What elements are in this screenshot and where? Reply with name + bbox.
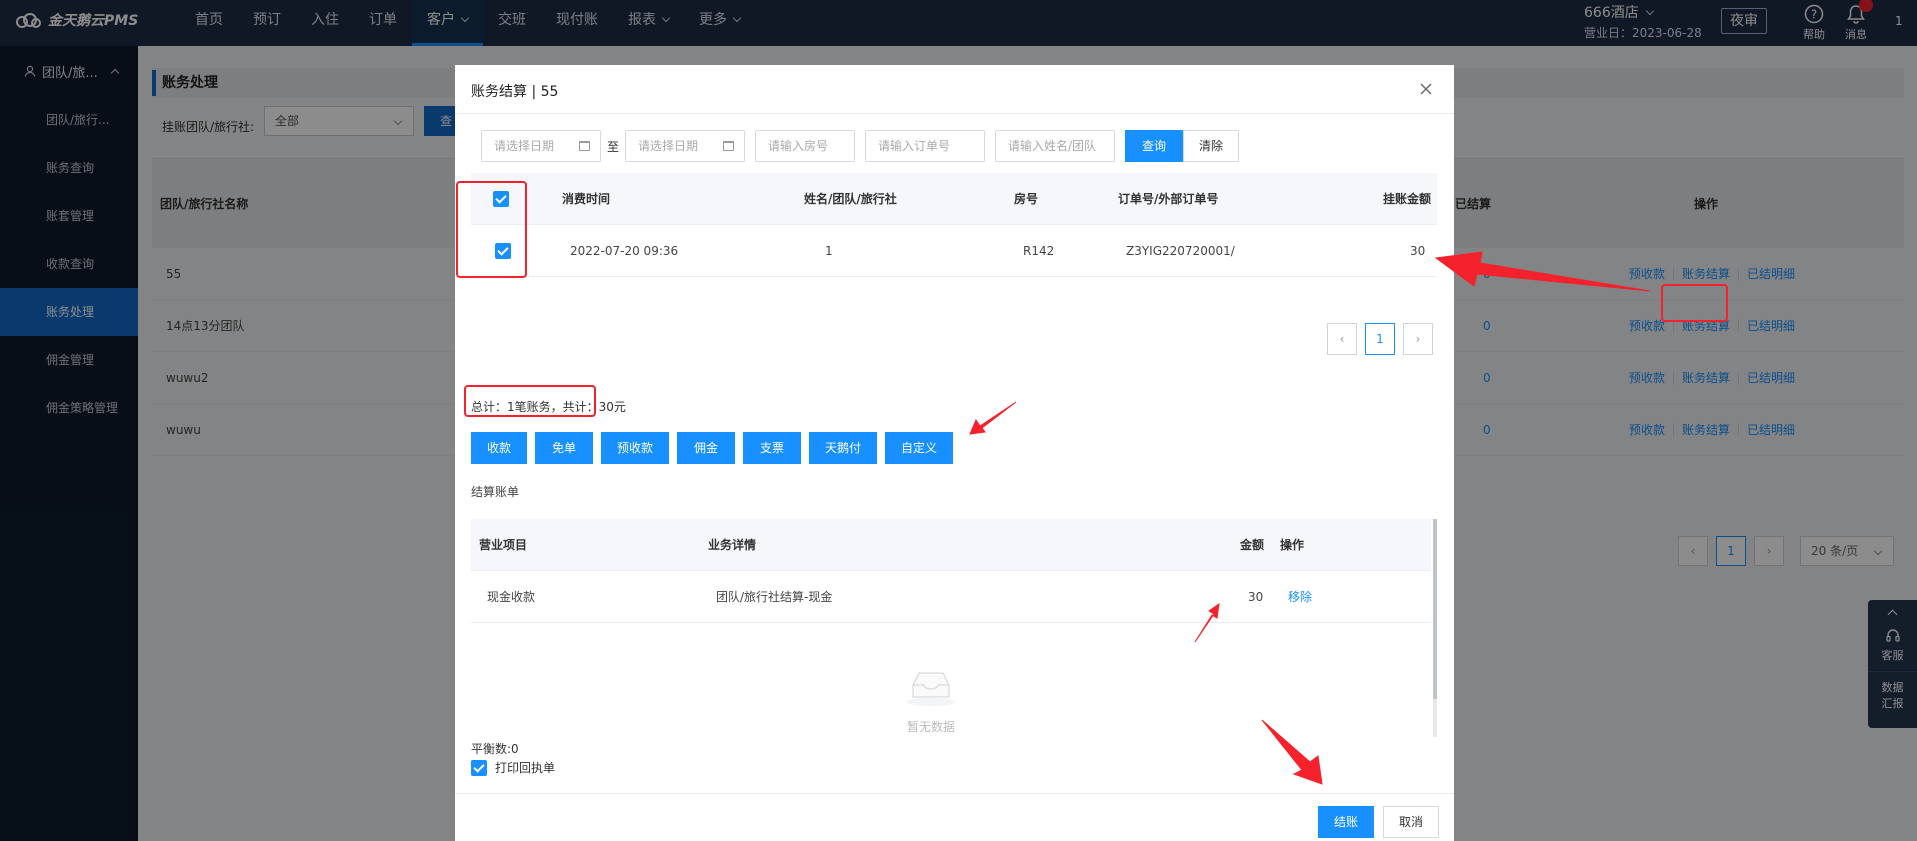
- waive-button[interactable]: 免单: [535, 432, 593, 464]
- charge-amount: 30: [1410, 244, 1426, 258]
- room-number: R142: [1023, 244, 1055, 258]
- balance-value: 平衡数:0: [471, 742, 519, 756]
- bill-detail: 团队/旅行社结算-现金: [716, 590, 833, 604]
- calendar-icon: [723, 141, 734, 151]
- modal-pagination: ‹ 1 ›: [1327, 323, 1433, 355]
- start-date-picker[interactable]: 请选择日期: [481, 130, 601, 162]
- print-receipt-option[interactable]: 打印回执单: [471, 759, 555, 776]
- table-row: 现金收款 团队/旅行社结算-现金 30 移除: [471, 571, 1431, 623]
- collect-payment-button[interactable]: 收款: [471, 432, 527, 464]
- bill-scrollbar[interactable]: [1433, 519, 1437, 737]
- col-order-header: 订单号/外部订单号: [1118, 192, 1219, 206]
- clear-button[interactable]: 清除: [1183, 130, 1239, 162]
- end-date-placeholder: 请选择日期: [638, 139, 699, 153]
- col-op-header: 操作: [1280, 538, 1305, 552]
- bill-item: 现金收款: [487, 590, 536, 604]
- annotation-highlight-box: [456, 181, 527, 278]
- start-date-placeholder: 请选择日期: [494, 139, 555, 153]
- swan-pay-button[interactable]: 天鹅付: [809, 432, 877, 464]
- settlement-bill-table: 营业项目 业务详情 金额 操作 现金收款 团队/旅行社结算-现金 30 移除: [471, 519, 1431, 623]
- cancel-button[interactable]: 取消: [1383, 806, 1439, 838]
- end-date-picker[interactable]: 请选择日期: [625, 130, 745, 162]
- col-item-header: 营业项目: [479, 538, 528, 552]
- empty-inbox-icon: [907, 672, 955, 706]
- table-header: 消费时间 姓名/团队/旅行社 房号 订单号/外部订单号 挂账金额: [471, 173, 1437, 225]
- modal-footer: [455, 793, 1454, 841]
- modal-header: 账务结算 | 55: [455, 65, 1454, 114]
- empty-text: 暂无数据: [906, 720, 955, 734]
- col-amount-header: 挂账金额: [1383, 192, 1432, 206]
- commission-button[interactable]: 佣金: [677, 432, 735, 464]
- table-header: 营业项目 业务详情 金额 操作: [471, 519, 1431, 571]
- col-amount-header: 金额: [1240, 538, 1265, 552]
- col-detail-header: 业务详情: [708, 538, 757, 552]
- prepayment-button[interactable]: 预收款: [601, 432, 669, 464]
- next-page-button[interactable]: ›: [1403, 323, 1433, 355]
- annotation-highlight-box: [1661, 284, 1728, 322]
- modal-title: 账务结算 | 55: [471, 84, 559, 100]
- scrollbar-thumb[interactable]: [1433, 519, 1437, 699]
- table-row[interactable]: 2022-07-20 09:36 1 R142 Z3YIG220720001/ …: [471, 225, 1437, 277]
- close-icon[interactable]: [1418, 81, 1434, 97]
- col-room-header: 房号: [1014, 192, 1039, 206]
- pending-accounts-table: 消费时间 姓名/团队/旅行社 房号 订单号/外部订单号 挂账金额 2022-07…: [471, 173, 1437, 277]
- guest-name: 1: [825, 244, 833, 258]
- modal-search-bar: 请选择日期 至 请选择日期 请输入房号 请输入订单号 请输入姓名/团队 查询 清…: [481, 130, 1239, 162]
- settle-button[interactable]: 结账: [1318, 806, 1374, 838]
- print-receipt-checkbox[interactable]: [471, 759, 487, 776]
- order-number-input[interactable]: 请输入订单号: [865, 130, 985, 162]
- calendar-icon: [579, 141, 590, 151]
- col-time-header: 消费时间: [562, 192, 611, 206]
- remove-link[interactable]: 移除: [1288, 571, 1312, 623]
- col-name-header: 姓名/团队/旅行社: [804, 192, 897, 206]
- consume-time: 2022-07-20 09:36: [570, 244, 679, 258]
- bill-amount: 30: [1248, 590, 1264, 604]
- date-range-separator: 至: [606, 139, 619, 154]
- empty-state: 暂无数据: [815, 667, 1047, 735]
- annotation-highlight-box: [464, 385, 596, 417]
- order-number: Z3YIG220720001/: [1126, 244, 1235, 258]
- room-number-input[interactable]: 请输入房号: [755, 130, 855, 162]
- name-team-input[interactable]: 请输入姓名/团队: [995, 130, 1115, 162]
- custom-button[interactable]: 自定义: [885, 432, 953, 464]
- print-receipt-label: 打印回执单: [495, 761, 556, 775]
- bill-section-label: 结算账单: [471, 485, 520, 499]
- page-button-current[interactable]: 1: [1365, 323, 1395, 355]
- settlement-modal: 账务结算 | 55 请选择日期 至 请选择日期 请输入房号 请输入订单号 请输入…: [455, 65, 1454, 841]
- prev-page-button[interactable]: ‹: [1327, 323, 1357, 355]
- payment-method-buttons: 收款 免单 预收款 佣金 支票 天鹅付 自定义: [471, 432, 953, 464]
- cheque-button[interactable]: 支票: [743, 432, 801, 464]
- query-button[interactable]: 查询: [1125, 130, 1183, 162]
